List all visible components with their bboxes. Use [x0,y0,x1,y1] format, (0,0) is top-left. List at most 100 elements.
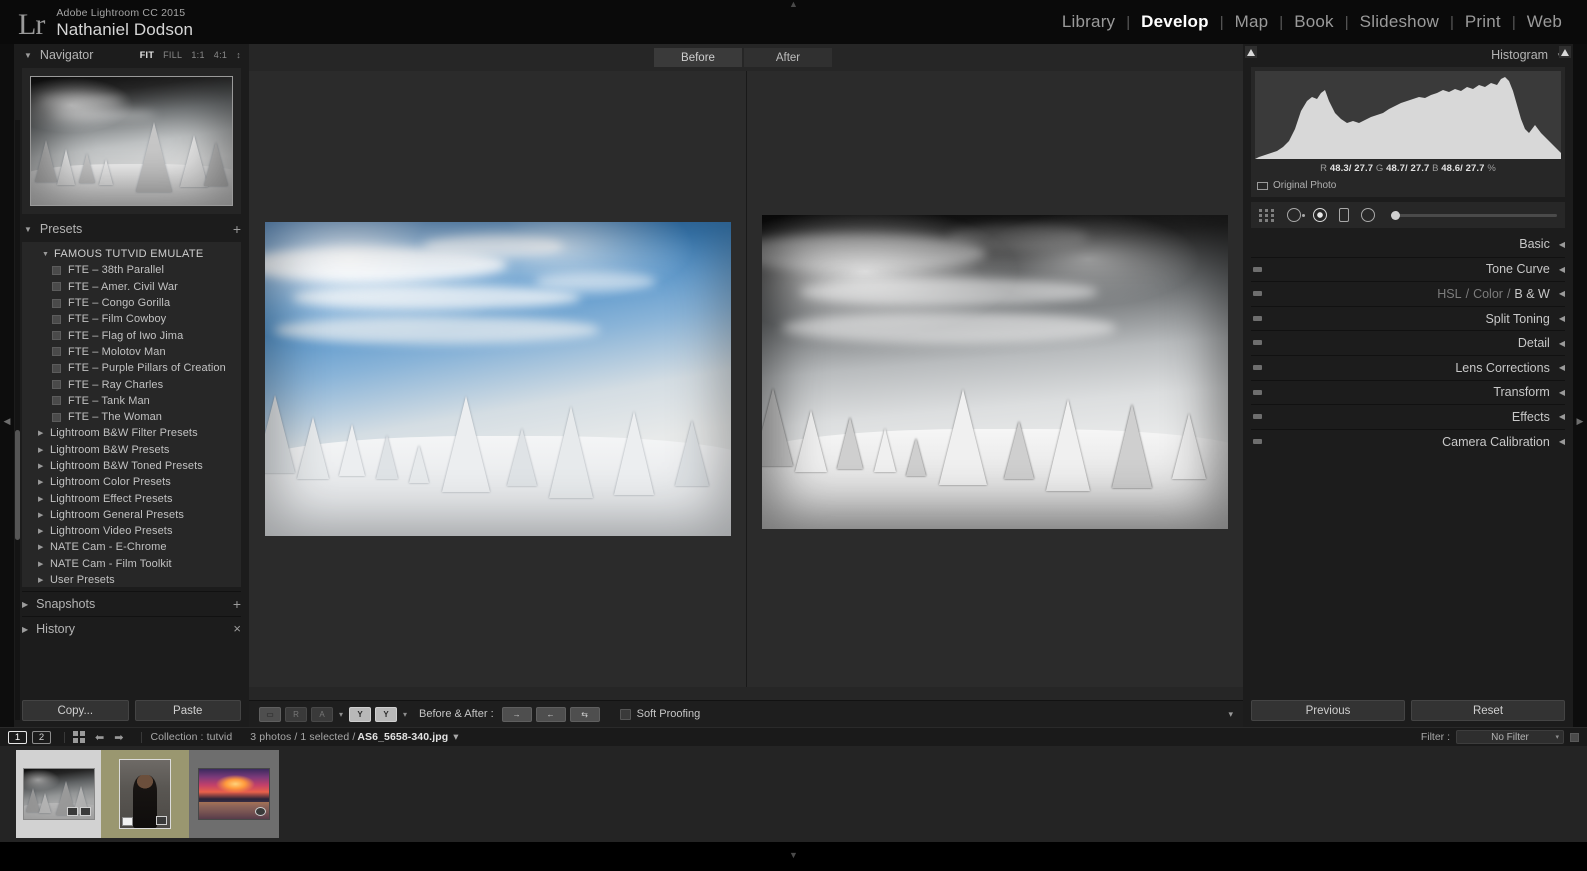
preset-item[interactable]: FTE – Ray Charles [22,376,241,392]
chevron-left-icon[interactable]: ◀ [1559,412,1565,421]
highlight-clipping-indicator[interactable] [1559,46,1571,58]
filmstrip-cell-2[interactable] [101,750,189,838]
sunset-cityscape-thumbnail[interactable] [198,768,270,820]
preset-folder[interactable]: ▶ NATE Cam - E-Chrome [22,539,241,555]
hsl-tab[interactable]: HSL [1437,287,1461,301]
shadow-clipping-indicator[interactable] [1245,46,1257,58]
filmstrip-toggle-icon[interactable]: ▼ [789,850,798,860]
chevron-down-icon[interactable]: ▾ [339,710,343,719]
toolbar-expand-icon[interactable]: ▾ [1228,709,1233,720]
develop-badge-icon[interactable] [156,816,167,825]
preset-folder[interactable]: ▶ Lightroom Color Presets [22,474,241,490]
history-header[interactable]: ▶ History × [22,616,241,641]
after-tab[interactable]: After [744,48,832,67]
navigator-header[interactable]: ▼ Navigator FIT FILL 1:1 4:1 ↕ [14,44,249,66]
graduated-filter-icon[interactable] [1339,208,1349,222]
soft-proofing-checkbox[interactable] [619,708,631,720]
after-image-pane[interactable] [746,71,1243,687]
chevron-right-icon[interactable]: ▶ [22,625,28,634]
add-snapshot-button[interactable]: + [233,597,241,611]
swap-before-after-icon[interactable]: ⇆ [569,706,600,722]
crop-overlay-icon[interactable] [1259,208,1275,222]
before-photo[interactable] [264,222,731,536]
snowy-trees-bw-thumbnail[interactable] [22,768,95,820]
spot-removal-icon[interactable] [1287,208,1301,222]
paste-button[interactable]: Paste [134,700,241,721]
left-panel-scrollbar-thumb[interactable] [15,430,20,540]
loupe-view-icon[interactable]: ▭ [259,706,281,722]
section-switch[interactable] [1253,291,1262,297]
section-transform[interactable]: Transform ◀ [1251,379,1565,405]
previous-button[interactable]: Previous [1251,700,1405,721]
preset-folder[interactable]: ▶ Lightroom Effect Presets [22,490,241,506]
chevron-left-icon[interactable]: ◀ [1559,388,1565,397]
chevron-left-icon[interactable]: ◀ [1559,289,1565,298]
virtual-copy-badge-icon[interactable] [255,807,266,816]
after-photo[interactable] [762,215,1228,529]
section-switch[interactable] [1253,340,1262,346]
section-switch[interactable] [1253,315,1262,321]
section-detail[interactable]: Detail ◀ [1251,330,1565,355]
preset-item[interactable]: FTE – Tank Man [22,393,241,409]
color-tab[interactable]: Color [1473,287,1503,301]
zoom-stepper-icon[interactable]: ↕ [236,50,241,60]
section-effects[interactable]: Effects ◀ [1251,404,1565,429]
module-web[interactable]: Web [1516,12,1573,32]
preset-item[interactable]: FTE – Amer. Civil War [22,279,241,295]
module-slideshow[interactable]: Slideshow [1349,12,1450,32]
clear-history-button[interactable]: × [233,622,241,635]
module-print[interactable]: Print [1454,12,1512,32]
before-after-view-icon[interactable]: Y [349,706,372,722]
zoom-1to1-button[interactable]: 1:1 [191,50,204,60]
histogram-graph[interactable] [1255,71,1561,159]
chevron-right-icon[interactable]: ▶ [22,600,28,609]
histogram-header[interactable]: Histogram ▼ [1243,44,1573,66]
radial-filter-icon[interactable] [1361,208,1375,222]
chevron-left-icon[interactable]: ◀ [1559,339,1565,348]
filename-dropdown-icon[interactable]: ▾ [453,731,458,743]
zoom-fit-button[interactable]: FIT [140,50,154,60]
reset-button[interactable]: Reset [1411,700,1565,721]
filter-select[interactable]: No Filter ▾ [1456,730,1564,744]
woman-portrait-thumbnail[interactable] [119,759,171,829]
screen-1-button[interactable]: 1 [8,730,27,744]
preset-folder[interactable]: ▶ Lightroom General Presets [22,507,241,523]
original-photo-row[interactable]: Original Photo [1255,177,1561,193]
chevron-left-icon[interactable]: ◀ [1559,363,1565,372]
flag-badge-icon[interactable] [122,817,133,826]
section-hsl-color-bw[interactable]: HSL / Color / B & W ◀ [1251,281,1565,306]
preset-item[interactable]: FTE – Film Cowboy [22,311,241,327]
section-switch[interactable] [1253,414,1262,420]
top-panel-toggle[interactable]: ▲ [774,0,814,9]
chevron-left-icon[interactable]: ◀ [1559,314,1565,323]
identity-plate[interactable]: Lr Adobe Lightroom CC 2015 Nathaniel Dod… [18,4,193,40]
chevron-down-icon[interactable]: ▼ [24,225,32,234]
copy-button[interactable]: Copy... [22,700,129,721]
preset-item[interactable]: FTE – Congo Gorilla [22,295,241,311]
chevron-left-icon[interactable]: ◀ [1559,240,1565,249]
filmstrip-cell-1[interactable] [16,750,101,838]
adjustment-slider[interactable] [1391,210,1557,220]
module-map[interactable]: Map [1224,12,1280,32]
preset-item[interactable]: FTE – 38th Parallel [22,262,241,278]
snapshots-header[interactable]: ▶ Snapshots + [22,591,241,616]
red-eye-correction-icon[interactable] [1313,208,1327,222]
chevron-left-icon[interactable]: ◀ [1559,265,1565,274]
collapse-right-panel-icon[interactable]: ▶ [1573,416,1587,427]
section-camera-calibration[interactable]: Camera Calibration ◀ [1251,428,1565,454]
chevron-down-icon[interactable]: ▼ [42,251,54,258]
preset-folder[interactable]: ▶ Lightroom B&W Toned Presets [22,458,241,474]
before-tab[interactable]: Before [654,48,742,67]
chevron-right-icon[interactable]: ▶ [38,560,50,568]
copy-after-to-before-icon[interactable]: → [501,706,532,722]
go-back-icon[interactable]: ⬅ [95,731,104,744]
chevron-right-icon[interactable]: ▶ [38,576,50,584]
compare-view-icon[interactable]: R [285,706,307,722]
before-image-pane[interactable] [249,71,746,687]
slider-knob[interactable] [1391,210,1400,220]
chevron-right-icon[interactable]: ▶ [38,446,50,454]
preset-group-famous-tutvid-emulate[interactable]: ▼ FAMOUS TUTVID EMULATE [22,246,241,262]
chevron-right-icon[interactable]: ▶ [38,429,50,437]
crop-badge-icon[interactable] [79,807,91,816]
section-switch[interactable] [1253,266,1262,272]
